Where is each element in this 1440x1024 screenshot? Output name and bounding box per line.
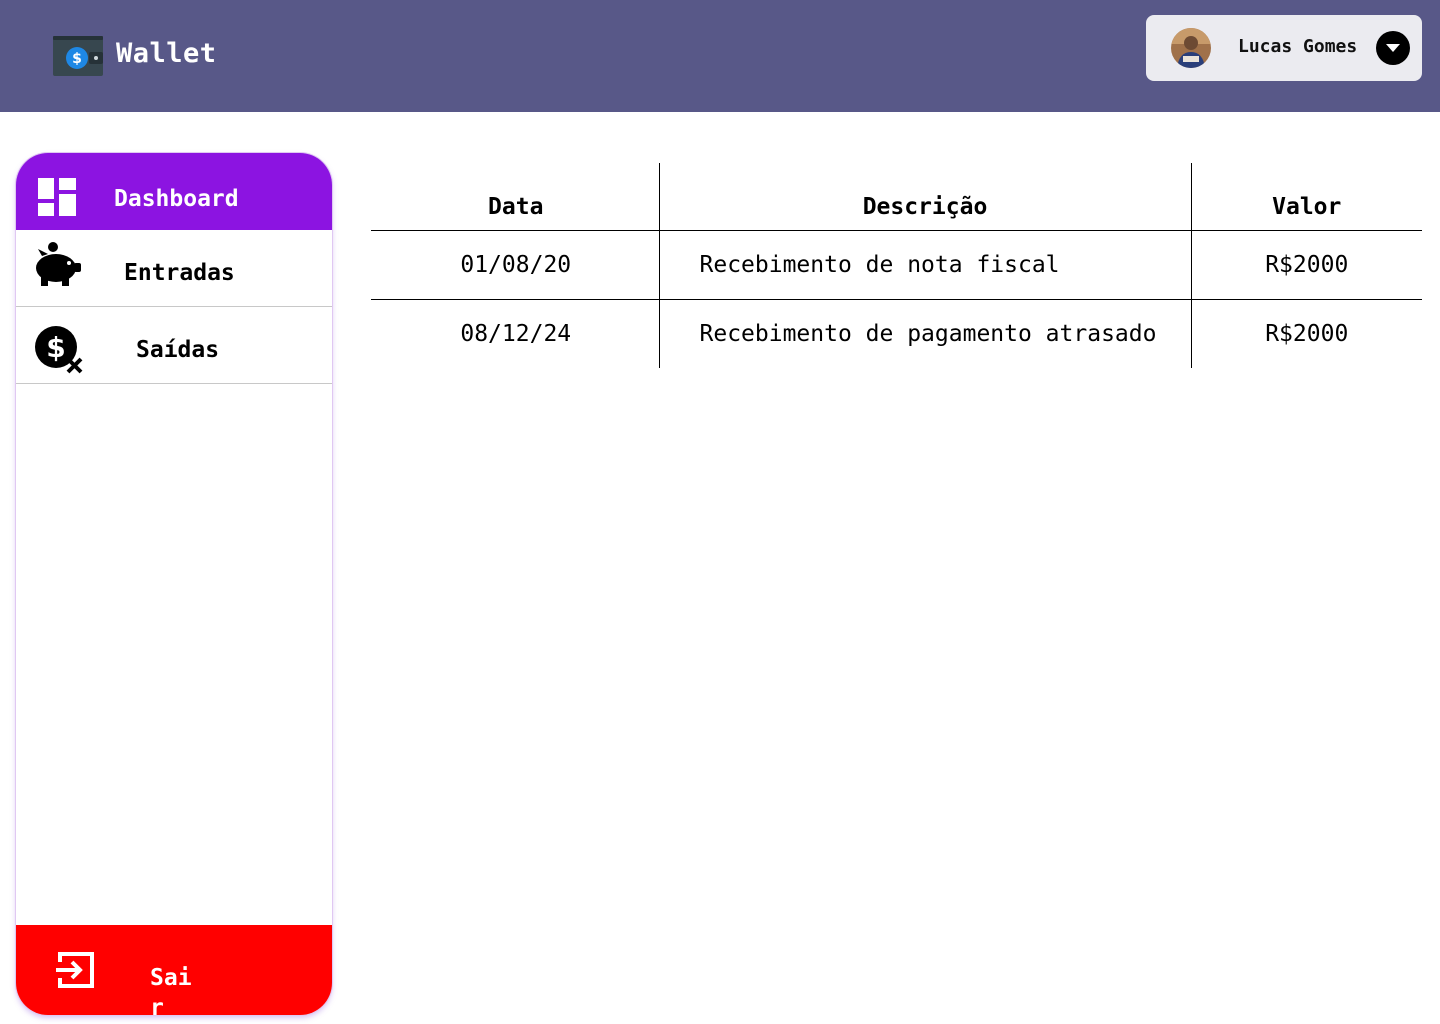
column-header-data[interactable]: Data: [371, 163, 659, 231]
column-header-valor[interactable]: Valor: [1190, 163, 1422, 231]
piggy-bank-icon: [36, 242, 81, 286]
table-header-row: Data Descrição Valor: [371, 163, 1422, 231]
cell-valor: R$2000: [1190, 299, 1422, 368]
cell-valor: R$2000: [1190, 230, 1422, 300]
exit-icon: [56, 952, 94, 988]
user-dropdown-button[interactable]: [1376, 31, 1410, 65]
user-menu[interactable]: Lucas Gomes: [1146, 15, 1422, 81]
cell-descricao: Recebimento de pagamento atrasado: [658, 299, 1191, 368]
table-row[interactable]: 08/12/24 Recebimento de pagamento atrasa…: [371, 299, 1422, 368]
column-header-descricao[interactable]: Descrição: [658, 163, 1191, 231]
transactions-table: Data Descrição Valor 01/08/20 Recebiment…: [371, 163, 1422, 368]
cell-data: 01/08/20: [371, 230, 659, 300]
logout-label: Sair: [150, 965, 192, 1015]
svg-text:$: $: [72, 51, 82, 67]
logout-button[interactable]: Sair: [16, 925, 332, 1015]
svg-text:$: $: [46, 331, 65, 364]
wallet-icon: $: [53, 36, 103, 76]
sidebar-item-label: Dashboard: [114, 186, 239, 212]
sidebar-item-label: Saídas: [136, 337, 220, 363]
cell-data: 08/12/24: [460, 320, 572, 347]
sidebar-item-entradas[interactable]: Entradas: [16, 230, 332, 307]
app-title: Wallet: [116, 38, 217, 69]
sidebar-item-dashboard[interactable]: Dashboard: [16, 153, 332, 230]
table-row[interactable]: 01/08/20 Recebimento de nota fiscal R$20…: [371, 230, 1422, 300]
user-name: Lucas Gomes: [1238, 36, 1358, 57]
chevron-down-icon: [1386, 44, 1400, 52]
sidebar-item-saidas[interactable]: $ Saídas: [16, 307, 332, 384]
money-off-icon: $: [35, 326, 83, 374]
sidebar: Dashboard Entradas $ Saídas Sair: [16, 153, 332, 1015]
sidebar-item-label: Entradas: [124, 260, 235, 286]
top-bar: $ Wallet Lucas Gomes: [0, 0, 1440, 112]
user-avatar[interactable]: [1171, 28, 1211, 68]
cell-descricao: Recebimento de nota fiscal: [658, 230, 1191, 300]
app-logo[interactable]: $: [53, 36, 103, 76]
dashboard-icon: [38, 178, 76, 216]
